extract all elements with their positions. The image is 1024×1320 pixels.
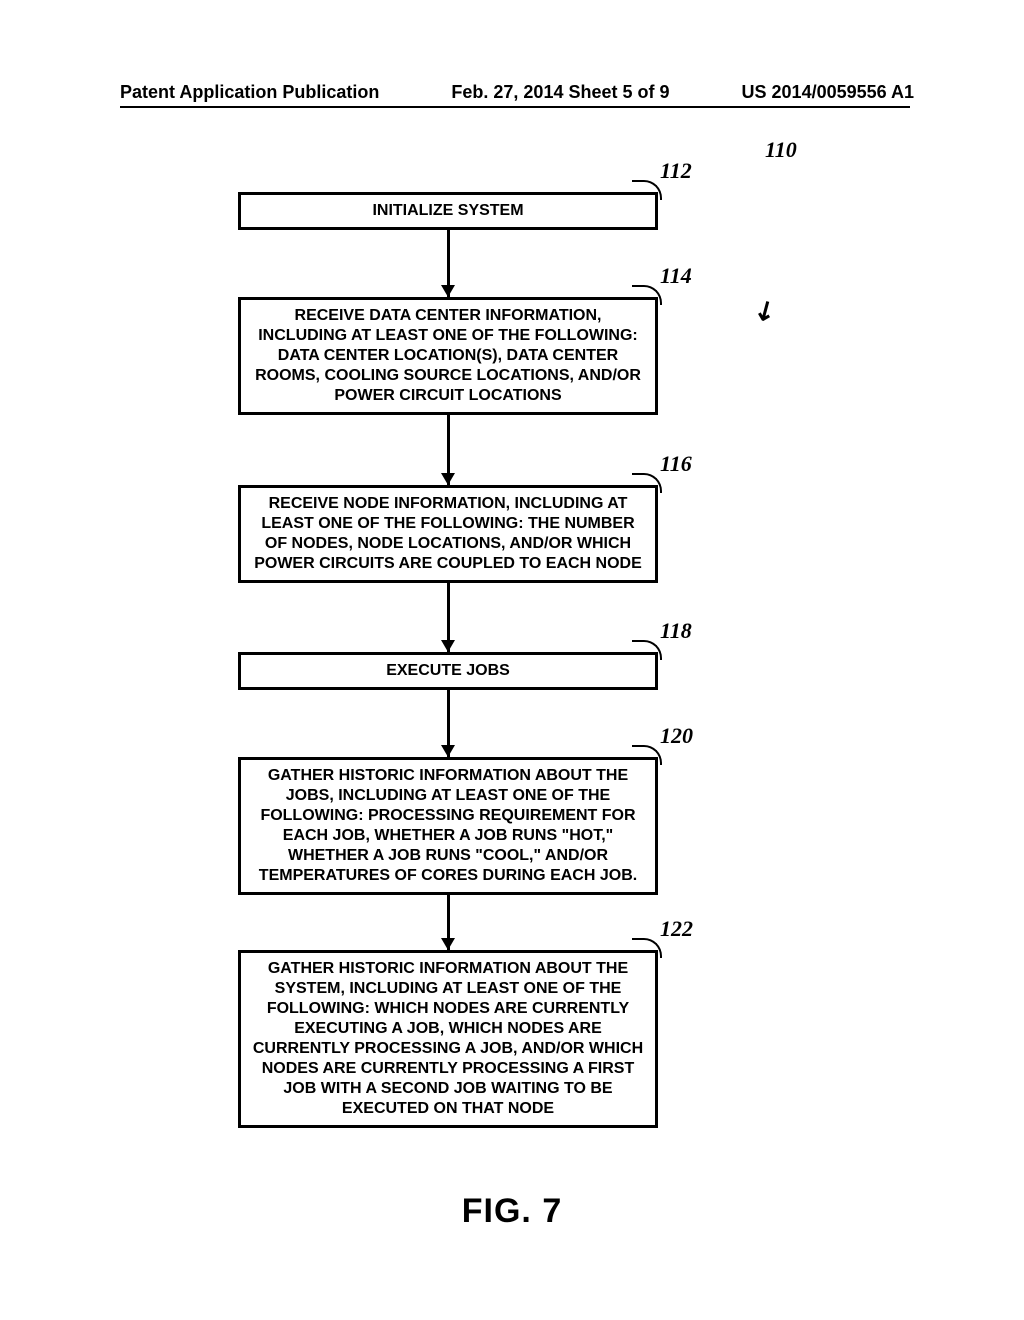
flow-box-112: INITIALIZE SYSTEM — [238, 192, 658, 230]
patent-page: Patent Application Publication Feb. 27, … — [0, 0, 1024, 1320]
lead-line-112 — [632, 180, 662, 200]
arrow-120-122 — [447, 895, 450, 950]
lead-line-122 — [632, 938, 662, 958]
ref-122: 122 — [660, 916, 693, 942]
header-rule — [120, 106, 910, 108]
flow-box-114: RECEIVE DATA CENTER INFORMATION, INCLUDI… — [238, 297, 658, 415]
arrow-116-118 — [447, 582, 450, 652]
flowchart: 110 ↙ INITIALIZE SYSTEM 112 RECEIVE DATA… — [0, 140, 1024, 1165]
ref-116: 116 — [660, 451, 692, 477]
ref-118: 118 — [660, 618, 692, 644]
header-center: Feb. 27, 2014 Sheet 5 of 9 — [451, 82, 669, 103]
flow-box-116: RECEIVE NODE INFORMATION, INCLUDING AT L… — [238, 485, 658, 583]
ref-112: 112 — [660, 158, 692, 184]
flow-box-120: GATHER HISTORIC INFORMATION ABOUT THE JO… — [238, 757, 658, 895]
lead-line-116 — [632, 473, 662, 493]
arrow-112-114 — [447, 227, 450, 297]
arrow-114-116 — [447, 415, 450, 485]
ref-110-arrow-icon: ↙ — [748, 292, 782, 330]
page-header: Patent Application Publication Feb. 27, … — [0, 82, 1024, 103]
flow-box-122: GATHER HISTORIC INFORMATION ABOUT THE SY… — [238, 950, 658, 1128]
ref-114: 114 — [660, 263, 692, 289]
lead-line-118 — [632, 640, 662, 660]
lead-line-114 — [632, 285, 662, 305]
header-left: Patent Application Publication — [120, 82, 379, 103]
figure-caption: FIG. 7 — [0, 1192, 1024, 1231]
header-right: US 2014/0059556 A1 — [742, 82, 914, 103]
arrow-118-120 — [447, 687, 450, 757]
ref-110: 110 — [765, 137, 797, 163]
lead-line-120 — [632, 745, 662, 765]
ref-120: 120 — [660, 723, 693, 749]
flow-box-118: EXECUTE JOBS — [238, 652, 658, 690]
